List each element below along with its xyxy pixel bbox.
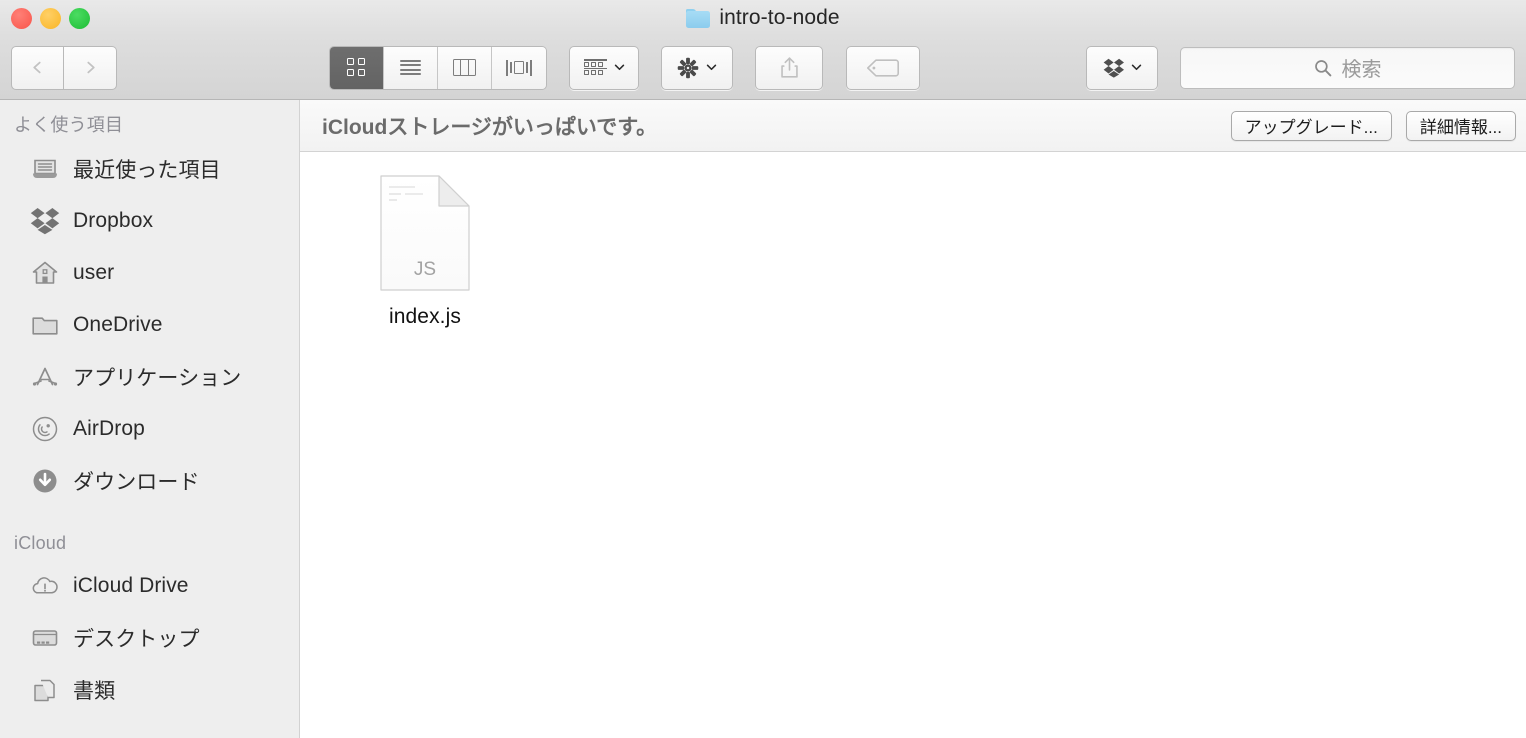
gear-icon <box>677 57 699 78</box>
close-button[interactable] <box>11 7 32 29</box>
sidebar-item-airdrop[interactable]: AirDrop <box>0 403 299 455</box>
home-icon <box>32 261 58 284</box>
share-button[interactable] <box>755 45 823 90</box>
chevron-right-icon <box>86 61 95 74</box>
icloud-warning-icon <box>32 577 58 594</box>
coverflow-view-icon <box>506 59 533 77</box>
share-icon <box>780 57 798 78</box>
sidebar-item-label: OneDrive <box>73 313 163 336</box>
sidebar-item-label: user <box>73 261 115 284</box>
list-view-icon <box>400 59 421 76</box>
js-document-icon: JS <box>379 174 471 292</box>
arrange-button[interactable] <box>569 45 639 90</box>
file-item[interactable]: JS index.js <box>362 174 488 329</box>
sidebar-item-label: Dropbox <box>73 209 154 232</box>
sidebar-item-label: iCloud Drive <box>73 574 189 597</box>
sidebar-item-applications[interactable]: アプリケーション <box>0 351 299 403</box>
sidebar-item-label: 最近使った項目 <box>73 159 221 182</box>
sidebar: よく使う項目 最近使った項目 Dropbox user OneDrive アプリ… <box>0 100 300 738</box>
maximize-button[interactable] <box>69 7 90 29</box>
sidebar-item-label: AirDrop <box>73 417 145 440</box>
view-mode-segmented-control <box>329 45 547 90</box>
content-area: iCloudストレージがいっぱいです。 アップグレード... 詳細情報... J… <box>300 100 1526 738</box>
downloads-icon <box>33 469 57 493</box>
sidebar-item-downloads[interactable]: ダウンロード <box>0 455 299 507</box>
list-view-button[interactable] <box>384 46 438 89</box>
window-body: よく使う項目 最近使った項目 Dropbox user OneDrive アプリ… <box>0 100 1526 738</box>
upgrade-button[interactable]: アップグレード... <box>1230 110 1392 141</box>
window-title-area: intro-to-node <box>0 0 1526 36</box>
file-grid[interactable]: JS index.js <box>300 152 1526 738</box>
desktop-icon <box>32 630 58 646</box>
minimize-button[interactable] <box>40 7 61 29</box>
search-placeholder: 検索 <box>1341 59 1382 81</box>
toolbar: 検索 <box>0 36 1526 100</box>
sidebar-item-label: ダウンロード <box>73 471 200 494</box>
sidebar-section-favorites-header: よく使う項目 <box>14 115 124 135</box>
sidebar-item-icloud-drive[interactable]: iCloud Drive <box>0 560 299 612</box>
sidebar-item-dropbox[interactable]: Dropbox <box>0 195 299 247</box>
sidebar-section-icloud-header: iCloud <box>14 533 67 553</box>
dropbox-icon <box>30 208 60 235</box>
action-menu-button[interactable] <box>661 45 733 90</box>
documents-icon <box>34 679 55 702</box>
chevron-down-icon <box>1131 64 1141 71</box>
arrange-icon <box>583 59 607 76</box>
icon-view-icon <box>347 58 366 77</box>
chevron-down-icon <box>706 64 717 71</box>
sidebar-item-documents[interactable]: 書類 <box>0 664 299 716</box>
folder-icon <box>32 317 58 335</box>
column-view-icon <box>453 59 476 76</box>
sidebar-item-label: 書類 <box>73 680 116 703</box>
sidebar-item-user[interactable]: user <box>0 247 299 299</box>
tags-button[interactable] <box>846 45 920 90</box>
back-button[interactable] <box>11 45 64 90</box>
dropbox-icon <box>1103 58 1124 78</box>
file-name: index.js <box>388 305 461 328</box>
sidebar-item-label: デスクトップ <box>73 628 200 651</box>
details-button[interactable]: 詳細情報... <box>1405 110 1516 141</box>
sidebar-item-onedrive[interactable]: OneDrive <box>0 299 299 351</box>
recents-icon <box>33 159 57 178</box>
notice-message: iCloudストレージがいっぱいです。 <box>322 115 658 139</box>
navigation-buttons <box>11 45 117 90</box>
search-input[interactable]: 検索 <box>1180 46 1515 89</box>
chevron-left-icon <box>33 61 41 74</box>
window-title: intro-to-node <box>719 6 840 29</box>
search-icon <box>1314 59 1331 76</box>
column-view-button[interactable] <box>438 46 492 89</box>
dropbox-button[interactable] <box>1086 45 1158 90</box>
icloud-storage-notice: iCloudストレージがいっぱいです。 アップグレード... 詳細情報... <box>300 100 1526 152</box>
sidebar-item-recents[interactable]: 最近使った項目 <box>0 143 299 195</box>
finder-window: intro-to-node 検索 よく使う項目 最近使った項目 Dropbox … <box>0 0 1526 738</box>
tag-icon <box>866 58 900 77</box>
sidebar-item-desktop[interactable]: デスクトップ <box>0 612 299 664</box>
file-type-badge: JS <box>414 259 436 280</box>
sidebar-item-label: アプリケーション <box>73 367 242 390</box>
airdrop-icon <box>32 416 58 442</box>
coverflow-view-button[interactable] <box>492 46 546 89</box>
forward-button[interactable] <box>64 45 117 90</box>
icon-view-button[interactable] <box>330 46 384 89</box>
chevron-down-icon <box>614 64 624 71</box>
titlebar: intro-to-node <box>0 0 1526 36</box>
folder-icon <box>686 8 711 28</box>
applications-icon <box>32 367 58 386</box>
window-controls <box>11 0 90 36</box>
